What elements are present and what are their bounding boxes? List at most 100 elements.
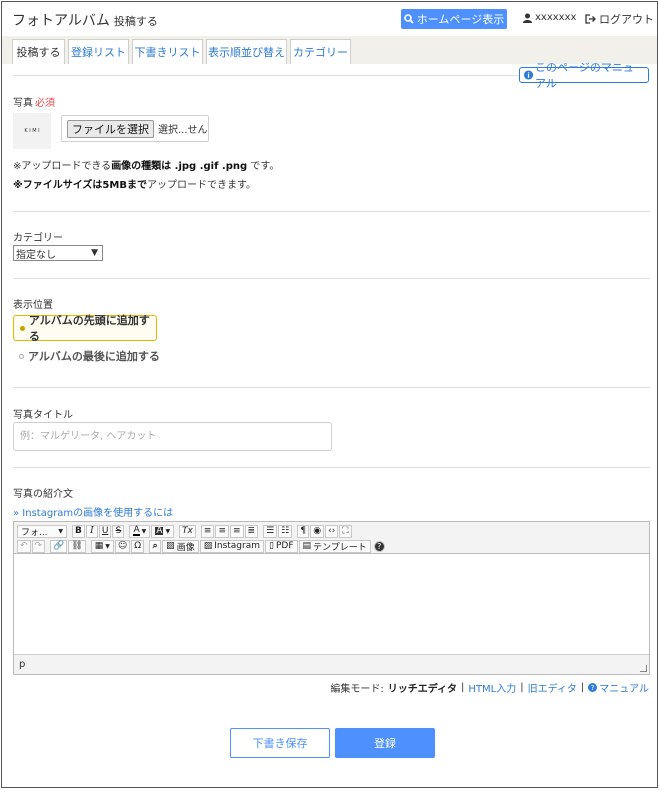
- file-input[interactable]: ファイルを選択 選択...せん: [61, 115, 209, 142]
- tab-display-order[interactable]: 表示順並び替え: [206, 39, 287, 64]
- instagram-help-link[interactable]: » Instagramの画像を使用するには: [13, 504, 173, 519]
- italic-icon[interactable]: I: [85, 524, 98, 538]
- photo-thumbnail: K I M I: [13, 113, 51, 149]
- bold-icon[interactable]: B: [72, 524, 85, 538]
- mode-separator: |: [461, 682, 465, 693]
- user-icon: [523, 13, 532, 23]
- link-icon[interactable]: 🔗: [50, 539, 68, 553]
- special-char-icon[interactable]: Ω: [131, 539, 145, 553]
- page-manual-label: このページのマニュアル: [535, 61, 634, 90]
- description-label: 写真の紹介文: [13, 489, 73, 500]
- choose-file-button[interactable]: ファイルを選択: [67, 119, 154, 138]
- radio-add-last[interactable]: アルバムの最後に追加する: [13, 348, 160, 364]
- mode-old-editor-link[interactable]: 旧エディタ: [528, 680, 577, 695]
- username: xxxxxxx: [535, 12, 577, 23]
- mode-html-link[interactable]: HTML入力: [468, 680, 516, 695]
- app-title: フォトアルバム: [12, 13, 110, 29]
- radio-add-first-label: アルバムの先頭に追加する: [28, 314, 150, 343]
- undo-icon[interactable]: ↶: [17, 539, 31, 553]
- help-icon[interactable]: ?: [373, 540, 385, 552]
- mode-separator: |: [580, 682, 585, 693]
- photo-label-text: 写真: [13, 98, 33, 109]
- format-dropdown[interactable]: フォ... ▼: [17, 524, 67, 538]
- logout-link[interactable]: ログアウト: [585, 11, 654, 27]
- category-selected: 指定なし: [16, 249, 56, 261]
- align-right-icon[interactable]: ≡: [229, 524, 244, 538]
- editor-content-area[interactable]: [14, 554, 649, 654]
- insert-pdf-label: PDF: [275, 541, 294, 551]
- note-text: アップロードできます。: [146, 180, 256, 191]
- unlink-icon[interactable]: ⛓: [68, 539, 86, 553]
- emoticon-icon[interactable]: ☺: [114, 539, 131, 553]
- align-center-icon[interactable]: ≡: [215, 524, 229, 538]
- divider: [13, 278, 650, 279]
- insert-instagram-label: Instagram: [214, 541, 261, 551]
- help-circle-icon: ?: [588, 683, 598, 692]
- tab-post[interactable]: 投稿する: [12, 39, 65, 64]
- save-draft-button[interactable]: 下書き保存: [230, 728, 330, 758]
- position-label: 表示位置: [13, 300, 53, 311]
- file-status: 選択...せん: [158, 125, 208, 136]
- page-title: フォトアルバム 投稿する: [12, 10, 158, 30]
- insert-instagram-button[interactable]: ▨ Instagram: [199, 539, 265, 553]
- resize-handle-icon[interactable]: [640, 665, 647, 672]
- document-icon: ▯: [269, 541, 274, 551]
- photo-title-label: 写真タイトル: [13, 410, 73, 421]
- file-type-note: ※アップロードできる画像の種類は .jpg .gif .png です。: [13, 157, 279, 172]
- underline-icon[interactable]: U: [98, 524, 112, 538]
- text-color-icon[interactable]: A ▼: [129, 524, 151, 538]
- align-left-icon[interactable]: ≡: [200, 524, 215, 538]
- photo-label: 写真 必須: [13, 94, 55, 109]
- info-icon: [524, 70, 534, 80]
- insert-pdf-button[interactable]: ▯ PDF: [265, 539, 298, 553]
- app-window: フォトアルバム 投稿する ホームページ表示 xxxxxxx ログアウト 投稿する …: [1, 1, 658, 788]
- insert-image-button[interactable]: ▨ 画像: [162, 539, 199, 553]
- align-justify-icon[interactable]: ≣: [244, 524, 259, 538]
- bullet-list-icon[interactable]: ☰: [263, 524, 278, 538]
- required-badge: 必須: [35, 98, 55, 109]
- fullscreen-icon[interactable]: ⛶: [339, 524, 352, 538]
- tab-draft-list[interactable]: 下書きリスト: [132, 39, 203, 64]
- strikethrough-icon[interactable]: S: [112, 524, 125, 538]
- page-subtitle: 投稿する: [113, 15, 158, 28]
- radio-add-first[interactable]: アルバムの先頭に追加する: [13, 314, 157, 343]
- category-select[interactable]: 指定なし ▼: [13, 245, 103, 261]
- clear-format-icon[interactable]: Tx: [179, 524, 196, 538]
- header: フォトアルバム 投稿する ホームページ表示 xxxxxxx ログアウト: [2, 2, 657, 36]
- note-text: です。: [247, 161, 280, 172]
- mode-separator: |: [520, 682, 524, 693]
- element-path: p: [19, 659, 26, 670]
- mode-current: リッチエディタ: [387, 684, 458, 695]
- paragraph-icon[interactable]: ¶: [297, 524, 310, 538]
- page-manual-link[interactable]: このページのマニュアル: [519, 61, 649, 90]
- photo-title-input[interactable]: [13, 422, 332, 451]
- redo-icon[interactable]: ↷: [31, 539, 46, 553]
- rich-text-editor: フォ... ▼ B I U S A ▼ A ▼ Tx ≡ ≡ ≡ ≣ ☰ ☷ ¶…: [13, 521, 650, 675]
- radio-dot-icon: [19, 353, 24, 359]
- editor-manual-label: マニュアル: [599, 684, 649, 695]
- source-code-icon[interactable]: ‹›: [325, 524, 339, 538]
- submit-button[interactable]: 登録: [335, 728, 435, 758]
- homepage-button[interactable]: ホームページ表示: [401, 9, 507, 29]
- tab-category[interactable]: カテゴリー: [290, 39, 351, 64]
- table-icon[interactable]: ▦ ▼: [90, 539, 114, 553]
- mode-prefix: 編集モード:: [330, 684, 384, 695]
- tab-registered-list[interactable]: 登録リスト: [68, 39, 129, 64]
- search-icon: [403, 14, 414, 24]
- editor-manual-link[interactable]: ? マニュアル: [588, 680, 649, 695]
- editor-mode-bar: 編集モード: リッチエディタ | HTML入力 | 旧エディタ | ? マニュア…: [330, 680, 649, 695]
- format-dropdown-label: フォ...: [21, 527, 48, 538]
- insert-template-button[interactable]: ▤ テンプレート: [298, 539, 371, 553]
- numbered-list-icon[interactable]: ☷: [278, 524, 293, 538]
- insert-image-label: 画像: [176, 542, 195, 553]
- find-icon[interactable]: ⌕: [149, 539, 162, 553]
- template-icon: ▤: [302, 541, 312, 551]
- radio-add-last-label: アルバムの最後に追加する: [28, 350, 160, 363]
- user-menu[interactable]: xxxxxxx: [523, 12, 576, 23]
- toolbar-row: フォ... ▼ B I U S A ▼ A ▼ Tx ≡ ≡ ≡ ≣ ☰ ☷ ¶…: [17, 524, 352, 538]
- background-color-icon[interactable]: A ▼: [151, 524, 175, 538]
- editor-statusbar: p: [14, 654, 649, 674]
- preview-icon[interactable]: ◉: [310, 524, 325, 538]
- editor-toolbar: フォ... ▼ B I U S A ▼ A ▼ Tx ≡ ≡ ≡ ≣ ☰ ☷ ¶…: [14, 522, 649, 554]
- note-emphasis: 画像の種類は .jpg .gif .png: [111, 161, 248, 172]
